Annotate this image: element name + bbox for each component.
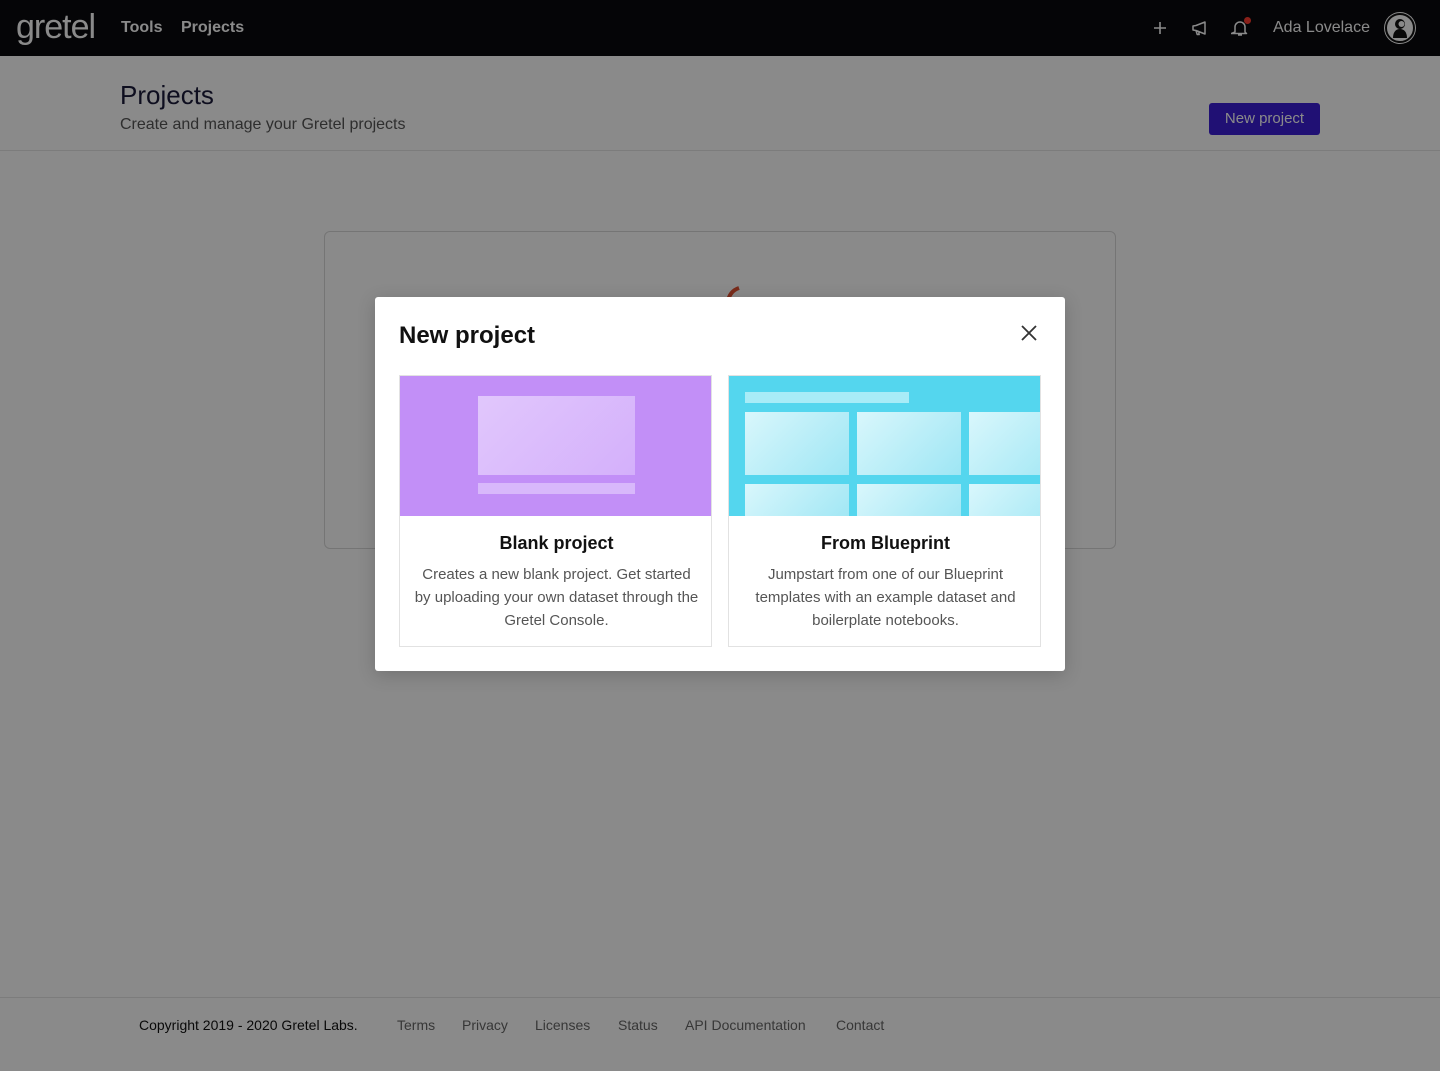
thumbnail-tile [857, 484, 961, 516]
thumbnail-bar [745, 392, 909, 403]
thumbnail-tile [745, 484, 849, 516]
from-blueprint-description: Jumpstart from one of our Blueprint temp… [755, 566, 1016, 629]
thumbnail-tile [857, 412, 961, 475]
close-icon[interactable] [1018, 322, 1040, 344]
blank-project-description: Creates a new blank project. Get started… [414, 566, 699, 629]
thumbnail-bar [478, 483, 635, 494]
blueprint-thumbnail [729, 376, 1040, 516]
from-blueprint-option[interactable]: From Blueprint Jumpstart from one of our… [728, 375, 1041, 647]
thumbnail-tile [745, 412, 849, 475]
blank-project-title: Blank project [499, 533, 614, 553]
new-project-modal: New project Blank project Creates a new … [375, 297, 1065, 671]
blank-project-option[interactable]: Blank project Creates a new blank projec… [399, 375, 712, 647]
thumbnail-tile [969, 412, 1040, 475]
blank-project-thumbnail [400, 376, 711, 516]
modal-title: New project [399, 322, 536, 349]
thumbnail-panel [478, 396, 635, 475]
thumbnail-tile [969, 484, 1040, 516]
from-blueprint-title: From Blueprint [821, 533, 950, 553]
